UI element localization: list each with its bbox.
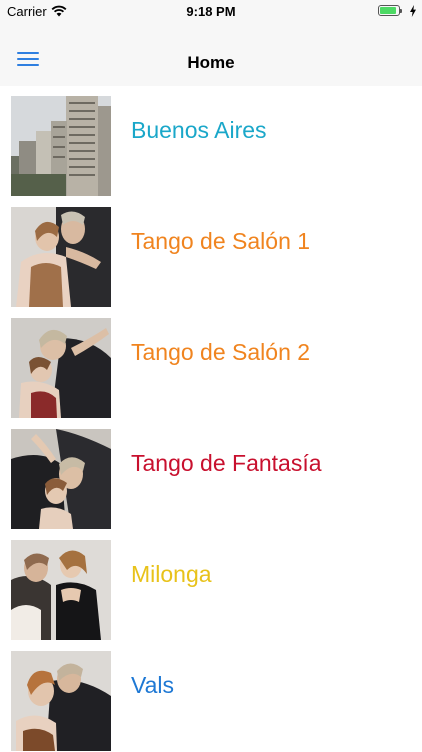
dancing-couple-photo (11, 540, 111, 640)
list-item-label: Vals (131, 672, 175, 698)
list-item-label: Tango de Salón 1 (131, 228, 311, 254)
page-title: Home (187, 53, 235, 72)
tango-couple-photo (11, 318, 111, 418)
list-item-label: Tango de Salón 2 (131, 339, 311, 365)
menu-list: Buenos Aires Tango de Salón 1 Tango de S… (0, 86, 422, 752)
tango-couple-photo (11, 429, 111, 529)
list-item-tango-fantasia[interactable]: Tango de Fantasía (0, 419, 422, 530)
waltz-couple-photo (11, 651, 111, 751)
list-item-label: Buenos Aires (131, 117, 267, 143)
charging-bolt-icon (410, 4, 416, 22)
list-item-label: Milonga (131, 561, 212, 587)
status-time: 9:18 PM (186, 4, 236, 19)
list-item-tango-salon-1[interactable]: Tango de Salón 1 (0, 197, 422, 308)
list-item-vals[interactable]: Vals (0, 641, 422, 752)
navigation-bar: Home (0, 22, 422, 86)
status-bar: Carrier 9:18 PM (0, 0, 422, 22)
list-item-label: Tango de Fantasía (131, 450, 322, 476)
list-item-milonga[interactable]: Milonga (0, 530, 422, 641)
tango-couple-photo (11, 207, 111, 307)
battery-icon (378, 5, 402, 17)
list-item-tango-salon-2[interactable]: Tango de Salón 2 (0, 308, 422, 419)
list-item-buenos-aires[interactable]: Buenos Aires (0, 86, 422, 197)
city-skyline-photo (11, 96, 111, 196)
